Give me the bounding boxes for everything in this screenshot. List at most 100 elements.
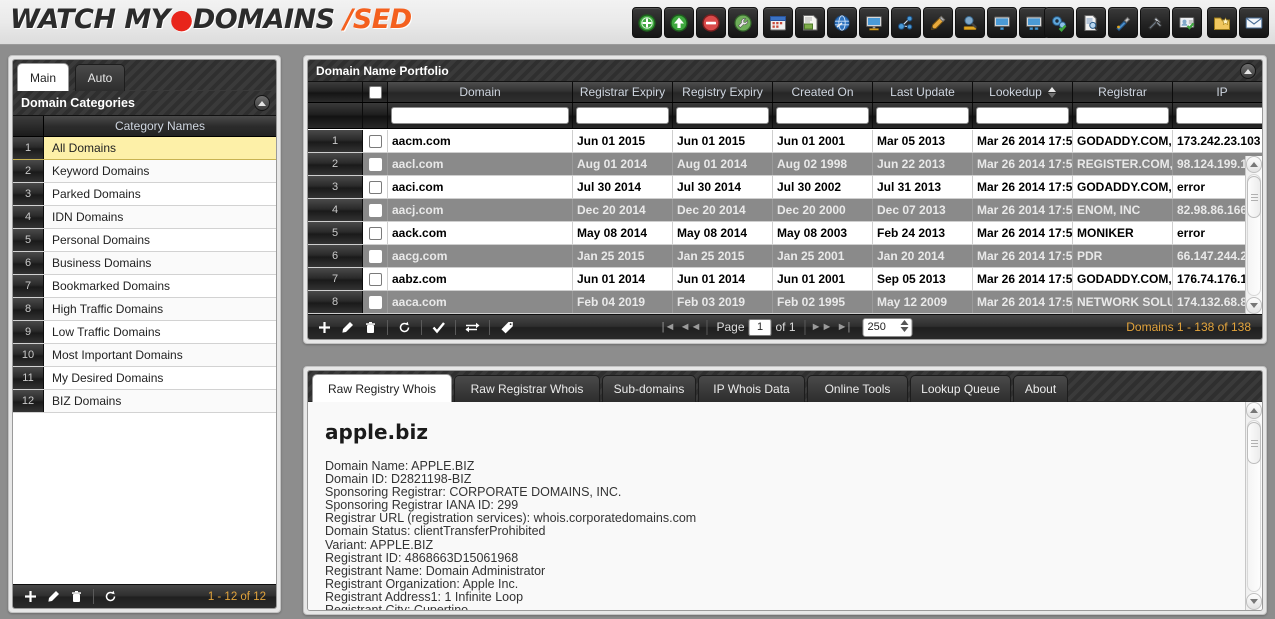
page-size-stepper[interactable]: 250	[862, 317, 913, 337]
plus-icon[interactable]	[19, 586, 42, 608]
refresh-icon[interactable]	[99, 586, 122, 608]
select-all-checkbox[interactable]	[368, 85, 382, 99]
filter-input-registrar[interactable]	[1076, 107, 1169, 124]
category-row[interactable]: 9 Low Traffic Domains	[13, 321, 276, 344]
column-header-registry_expiry[interactable]: Registry Expiry	[673, 82, 773, 102]
row-checkbox[interactable]	[368, 249, 382, 263]
mail-icon[interactable]	[1239, 7, 1269, 38]
prev-page-icon[interactable]: ◄◄	[679, 316, 702, 338]
tab-lookup-queue[interactable]: Lookup Queue	[910, 375, 1011, 402]
table-row[interactable]: 1 aacm.com Jun 01 2015 Jun 01 2015 Jun 01 20…	[308, 130, 1262, 153]
globe-icon[interactable]	[827, 7, 857, 38]
table-row[interactable]: 5 aack.com May 08 2014 May 08 2014 May 08 20…	[308, 222, 1262, 245]
plus-icon[interactable]	[313, 316, 336, 338]
column-header-registrar[interactable]: Registrar	[1073, 82, 1173, 102]
trash-icon[interactable]	[359, 316, 382, 338]
category-row[interactable]: 5 Personal Domains	[13, 229, 276, 252]
scroll-down-icon[interactable]	[1246, 297, 1262, 314]
filter-input-domain[interactable]	[391, 107, 569, 124]
category-row[interactable]: 10 Most Important Domains	[13, 344, 276, 367]
gears-check-icon[interactable]	[1044, 7, 1074, 38]
pencil-icon[interactable]	[336, 316, 359, 338]
sort-ascending-icon[interactable]	[1047, 86, 1056, 98]
table-row[interactable]: 2 aacl.com Aug 01 2014 Aug 01 2014 Aug 02 19…	[308, 153, 1262, 176]
column-header-rownum[interactable]	[308, 82, 363, 102]
first-page-icon[interactable]: |◄	[657, 316, 679, 338]
column-header-last_update[interactable]: Last Update	[873, 82, 973, 102]
wrench-settings-icon[interactable]	[728, 7, 758, 38]
pencil-icon[interactable]	[42, 586, 65, 608]
table-row[interactable]: 4 aacj.com Dec 20 2014 Dec 20 2014 Dec 20 20…	[308, 199, 1262, 222]
last-page-icon[interactable]: ►|	[833, 316, 855, 338]
swap-icon[interactable]	[461, 316, 484, 338]
nodes-icon[interactable]	[891, 7, 921, 38]
refresh-icon[interactable]	[393, 316, 416, 338]
row-checkbox[interactable]	[368, 134, 382, 148]
page-number-input[interactable]	[748, 318, 772, 336]
calendar-icon[interactable]	[763, 7, 793, 38]
pencil-icon[interactable]	[923, 7, 953, 38]
tab-raw-registrar-whois[interactable]: Raw Registrar Whois	[454, 375, 600, 402]
filter-input-registrar_expiry[interactable]	[576, 107, 669, 124]
tab-online-tools[interactable]: Online Tools	[807, 375, 908, 402]
next-page-icon[interactable]: ►►	[811, 316, 833, 338]
hammer-wrench-icon[interactable]	[1140, 7, 1170, 38]
column-header-created_on[interactable]: Created On	[773, 82, 873, 102]
scroll-thumb[interactable]	[1247, 176, 1261, 218]
category-row[interactable]: 4 IDN Domains	[13, 206, 276, 229]
row-checkbox[interactable]	[368, 157, 382, 171]
table-row[interactable]: 8 aaca.com Feb 04 2019 Feb 03 2019 Feb 02 19…	[308, 291, 1262, 314]
filter-input-ip[interactable]	[1176, 107, 1262, 124]
search-user-icon[interactable]	[955, 7, 985, 38]
category-row[interactable]: 11 My Desired Domains	[13, 367, 276, 390]
paint-tools-icon[interactable]	[1108, 7, 1138, 38]
row-checkbox[interactable]	[368, 203, 382, 217]
scroll-up-icon[interactable]	[1246, 156, 1262, 173]
collapse-icon[interactable]	[1240, 63, 1256, 79]
check-icon[interactable]	[427, 316, 450, 338]
sidebar-tab-auto[interactable]: Auto	[75, 64, 125, 91]
table-row[interactable]: 6 aacg.com Jan 25 2015 Jan 25 2015 Jan 25 20…	[308, 245, 1262, 268]
tab-sub-domains[interactable]: Sub-domains	[602, 375, 696, 402]
upload-icon[interactable]	[664, 7, 694, 38]
sidebar-tab-main[interactable]: Main	[17, 63, 69, 91]
tab-about[interactable]: About	[1013, 375, 1068, 402]
column-header-registrar_expiry[interactable]: Registrar Expiry	[573, 82, 673, 102]
monitor-icon[interactable]	[859, 7, 889, 38]
filter-input-registry_expiry[interactable]	[676, 107, 769, 124]
category-row[interactable]: 8 High Traffic Domains	[13, 298, 276, 321]
category-row[interactable]: 2 Keyword Domains	[13, 160, 276, 183]
table-row[interactable]: 3 aaci.com Jul 30 2014 Jul 30 2014 Jul 30 20…	[308, 176, 1262, 199]
category-row[interactable]: 6 Business Domains	[13, 252, 276, 275]
column-header-chk[interactable]	[363, 82, 388, 102]
tab-ip-whois-data[interactable]: IP Whois Data	[698, 375, 805, 402]
row-checkbox[interactable]	[368, 295, 382, 309]
grid-vertical-scrollbar[interactable]	[1245, 156, 1262, 314]
filter-input-created_on[interactable]	[776, 107, 869, 124]
tag-icon[interactable]	[495, 316, 518, 338]
column-header-ip[interactable]: IP	[1173, 82, 1262, 102]
notes-icon[interactable]	[795, 7, 825, 38]
column-header-domain[interactable]: Domain	[388, 82, 573, 102]
category-row[interactable]: 1 All Domains	[13, 137, 276, 160]
delete-domain-icon[interactable]	[696, 7, 726, 38]
favorites-folder-icon[interactable]	[1207, 7, 1237, 38]
scroll-up-icon[interactable]	[1246, 402, 1262, 419]
add-domain-icon[interactable]	[632, 7, 662, 38]
category-row[interactable]: 3 Parked Domains	[13, 183, 276, 206]
column-header-lookedup[interactable]: Lookedup	[973, 82, 1073, 102]
filter-input-lookedup[interactable]	[976, 107, 1069, 124]
screen-icon[interactable]	[987, 7, 1017, 38]
scroll-thumb[interactable]	[1247, 422, 1261, 464]
row-checkbox[interactable]	[368, 226, 382, 240]
scroll-down-icon[interactable]	[1246, 593, 1262, 610]
table-row[interactable]: 7 aabz.com Jun 01 2014 Jun 01 2014 Jun 01 20…	[308, 268, 1262, 291]
stepper-arrows-icon[interactable]	[900, 319, 909, 332]
tab-raw-registry-whois[interactable]: Raw Registry Whois	[312, 374, 452, 402]
contact-check-icon[interactable]	[1172, 7, 1202, 38]
category-row[interactable]: 12 BIZ Domains	[13, 390, 276, 413]
trash-icon[interactable]	[65, 586, 88, 608]
detail-vertical-scrollbar[interactable]	[1245, 402, 1262, 610]
row-checkbox[interactable]	[368, 180, 382, 194]
collapse-icon[interactable]	[254, 95, 270, 111]
